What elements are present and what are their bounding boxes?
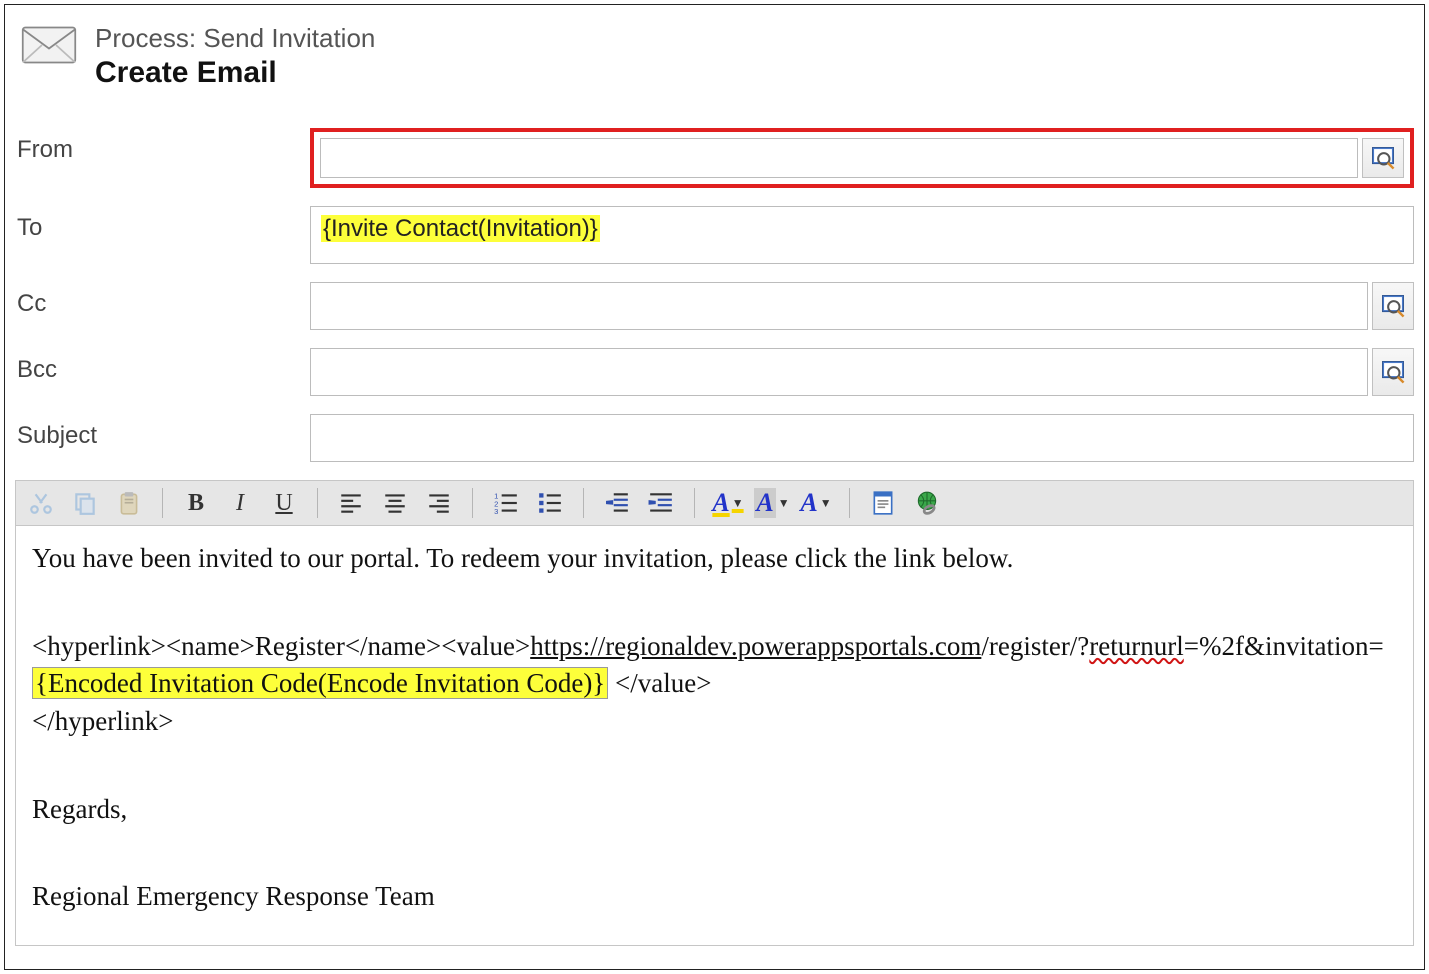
to-contact-token[interactable]: {Invite Contact(Invitation)} — [321, 215, 600, 242]
text-background-color-button[interactable]: A▼ — [755, 487, 789, 519]
form-header: Process: Send Invitation Create Email — [15, 23, 1414, 90]
font-color-button[interactable]: A▼ — [799, 487, 833, 519]
email-form-window: Process: Send Invitation Create Email Fr… — [4, 4, 1425, 970]
row-subject: Subject — [15, 414, 1414, 462]
insert-hyperlink-icon[interactable] — [910, 487, 944, 519]
body-hyperlink-block: <hyperlink><name>Register</name><value>h… — [32, 628, 1397, 741]
text-highlight-color-button[interactable]: A▼ — [711, 487, 745, 519]
cut-icon[interactable] — [24, 487, 58, 519]
to-input[interactable]: {Invite Contact(Invitation)} — [310, 206, 1414, 264]
row-bcc: Bcc — [15, 348, 1414, 396]
bold-button[interactable]: B — [179, 487, 213, 519]
toolbar-separator — [849, 488, 850, 518]
row-to: To {Invite Contact(Invitation)} — [15, 206, 1414, 264]
underline-button[interactable]: U — [267, 487, 301, 519]
cc-input[interactable] — [310, 282, 1368, 330]
from-lookup-button[interactable] — [1362, 138, 1404, 178]
body-empty-line — [32, 584, 1397, 622]
label-subject: Subject — [15, 414, 310, 450]
svg-text:3: 3 — [494, 507, 498, 516]
copy-icon[interactable] — [68, 487, 102, 519]
bcc-lookup-button[interactable] — [1372, 348, 1414, 396]
toolbar-separator — [472, 488, 473, 518]
body-signature: Regional Emergency Response Team — [32, 878, 1397, 916]
label-from: From — [15, 128, 310, 164]
from-highlight-box — [310, 128, 1414, 188]
paste-icon[interactable] — [112, 487, 146, 519]
from-input[interactable] — [320, 138, 1358, 178]
process-name: Process: Send Invitation — [95, 23, 375, 54]
bcc-input[interactable] — [310, 348, 1368, 396]
toolbar-separator — [317, 488, 318, 518]
toolbar-separator — [694, 488, 695, 518]
label-to: To — [15, 206, 310, 242]
bullet-list-icon[interactable] — [533, 487, 567, 519]
row-from: From — [15, 128, 1414, 188]
align-right-icon[interactable] — [422, 487, 456, 519]
email-body-editor[interactable]: You have been invited to our portal. To … — [15, 526, 1414, 946]
align-center-icon[interactable] — [378, 487, 412, 519]
outdent-icon[interactable] — [600, 487, 634, 519]
page-title: Create Email — [95, 56, 375, 90]
envelope-icon — [21, 23, 77, 67]
numbered-list-icon[interactable]: 123 — [489, 487, 523, 519]
row-cc: Cc — [15, 282, 1414, 330]
insert-template-icon[interactable] — [866, 487, 900, 519]
toolbar-separator — [583, 488, 584, 518]
toolbar-separator — [162, 488, 163, 518]
body-line-intro: You have been invited to our portal. To … — [32, 540, 1397, 578]
subject-input[interactable] — [310, 414, 1414, 462]
label-bcc: Bcc — [15, 348, 310, 384]
italic-button[interactable]: I — [223, 487, 257, 519]
cc-lookup-button[interactable] — [1372, 282, 1414, 330]
label-cc: Cc — [15, 282, 310, 318]
align-left-icon[interactable] — [334, 487, 368, 519]
body-empty-line — [32, 747, 1397, 785]
invitation-code-token[interactable]: {Encoded Invitation Code(Encode Invitati… — [32, 667, 608, 699]
body-empty-line — [32, 835, 1397, 873]
indent-icon[interactable] — [644, 487, 678, 519]
rte-toolbar: B I U 123 A▼ A▼ A▼ — [15, 480, 1414, 526]
body-regards: Regards, — [32, 791, 1397, 829]
